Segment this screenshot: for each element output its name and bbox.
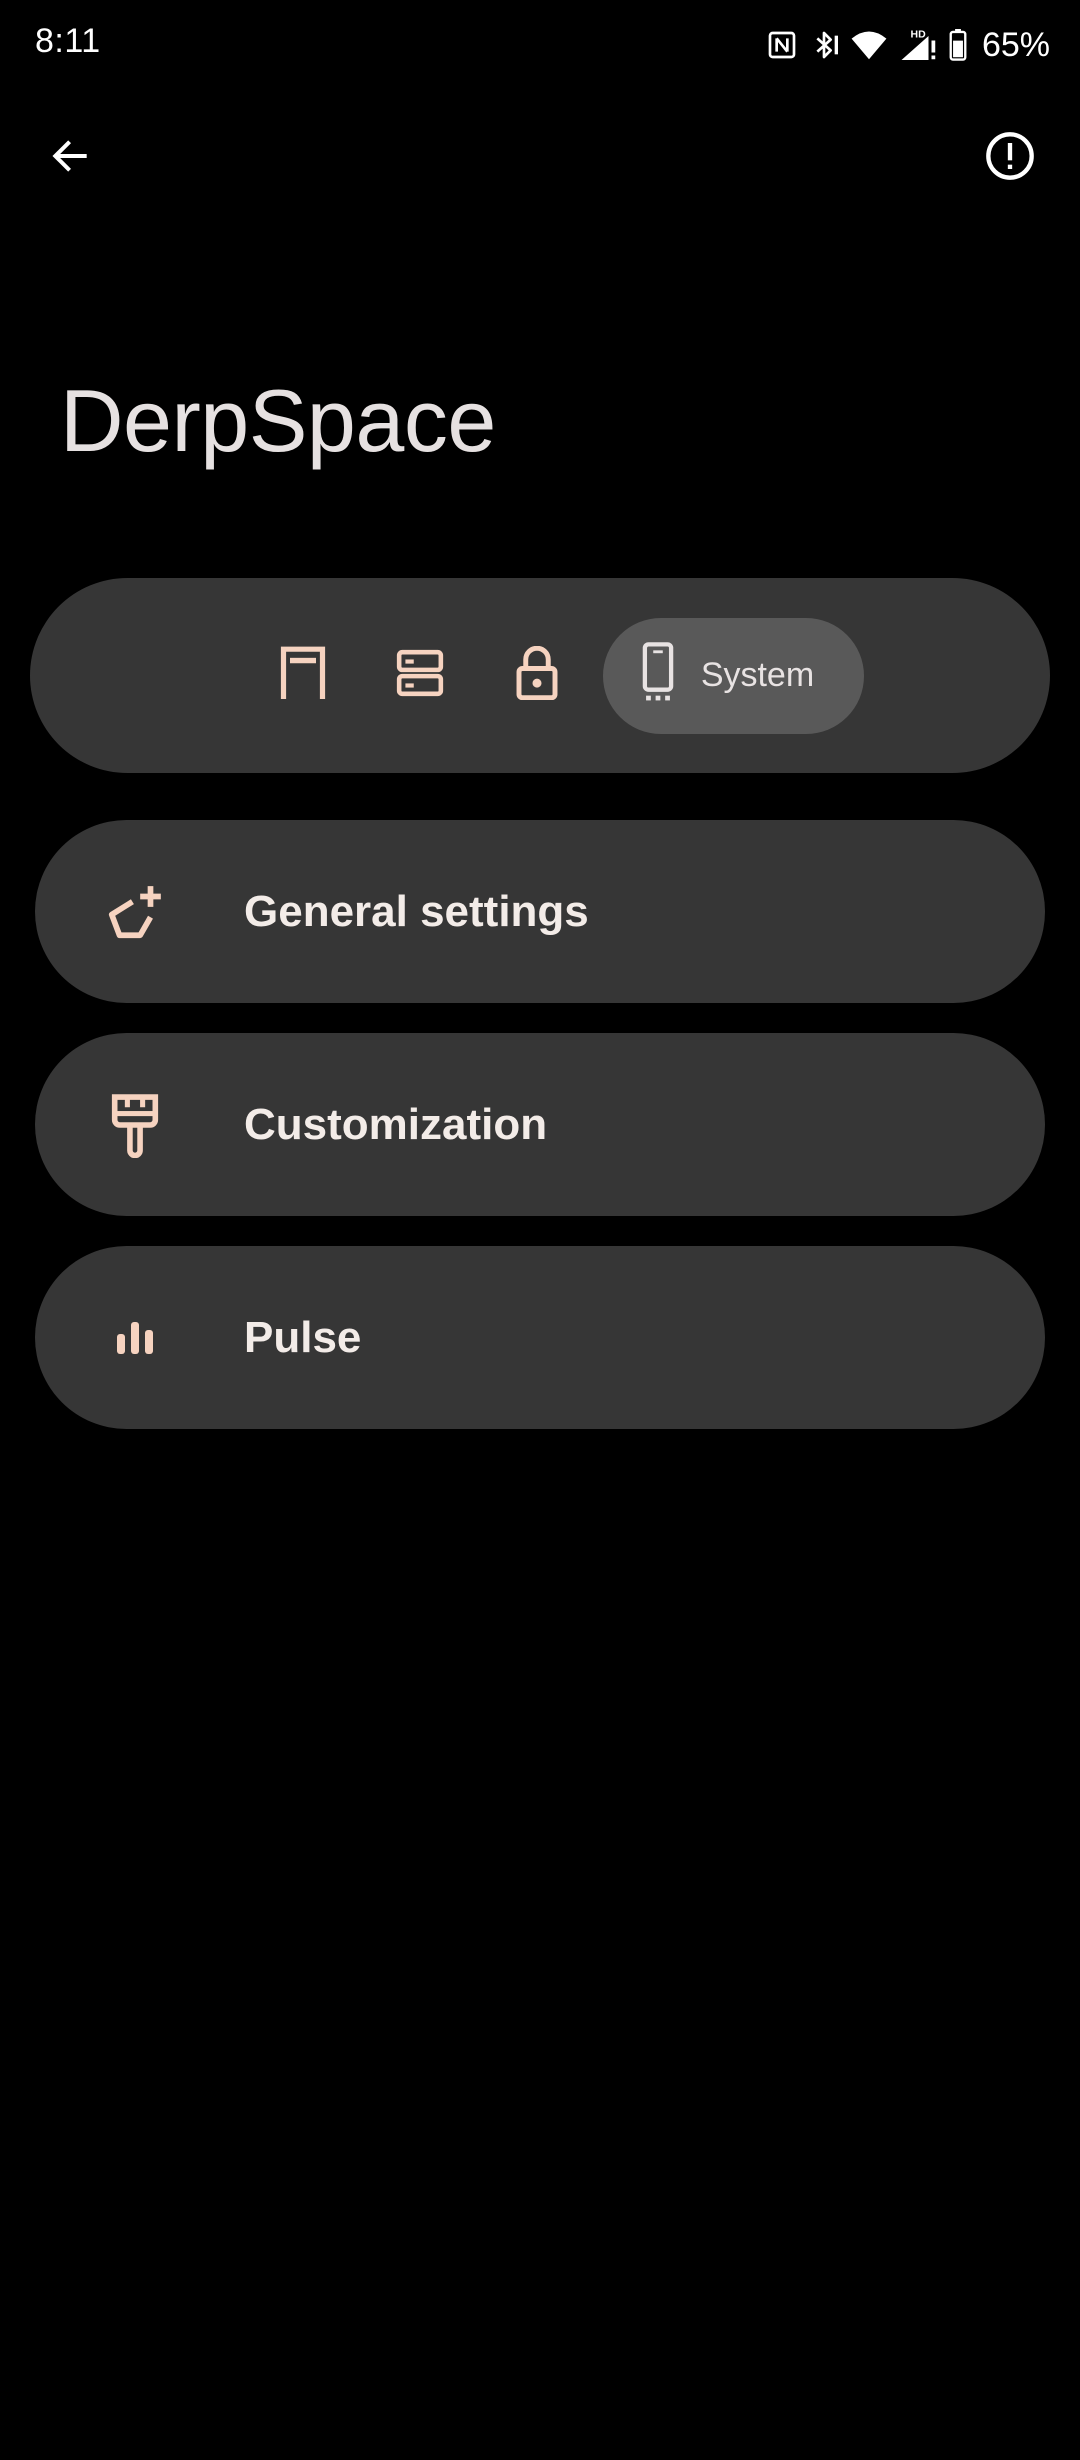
status-bar: 8:11 HD 65% [0,0,1080,90]
equalizer-icon [95,1298,175,1378]
general-settings-item[interactable]: General settings [35,820,1045,1003]
status-icons: HD 65% [766,20,1050,70]
customization-item[interactable]: Customization [35,1033,1045,1216]
tab-system[interactable]: System [602,617,865,734]
general-settings-label: General settings [244,886,589,936]
bluetooth-icon [808,28,840,62]
phone-icon [641,642,675,709]
nfc-icon [766,29,798,61]
paint-brush-icon [95,1085,175,1165]
back-button[interactable] [30,118,110,198]
battery-percent: 65% [981,25,1050,64]
svg-text:HD: HD [910,29,926,41]
arrow-back-icon [48,134,92,183]
pulse-label: Pulse [244,1312,362,1362]
info-icon [984,130,1036,187]
battery-icon [948,29,968,61]
tab-statusbar[interactable] [252,618,355,734]
statusbar-icon [277,644,329,707]
page-title: DerpSpace [60,371,496,470]
tab-quick-settings[interactable] [369,618,472,734]
settings-plus-icon [95,872,175,952]
status-time: 8:11 [35,22,101,60]
pulse-item[interactable]: Pulse [35,1246,1045,1429]
tab-bar: System [30,578,1050,773]
lock-icon [514,645,560,705]
tab-lockscreen[interactable] [486,618,589,734]
customization-label: Customization [244,1099,548,1149]
tab-system-label: System [700,656,815,694]
quick-settings-icon [395,648,445,703]
info-button[interactable] [970,118,1050,198]
wifi-icon [850,29,888,61]
signal-hd-icon: HD [898,27,938,63]
